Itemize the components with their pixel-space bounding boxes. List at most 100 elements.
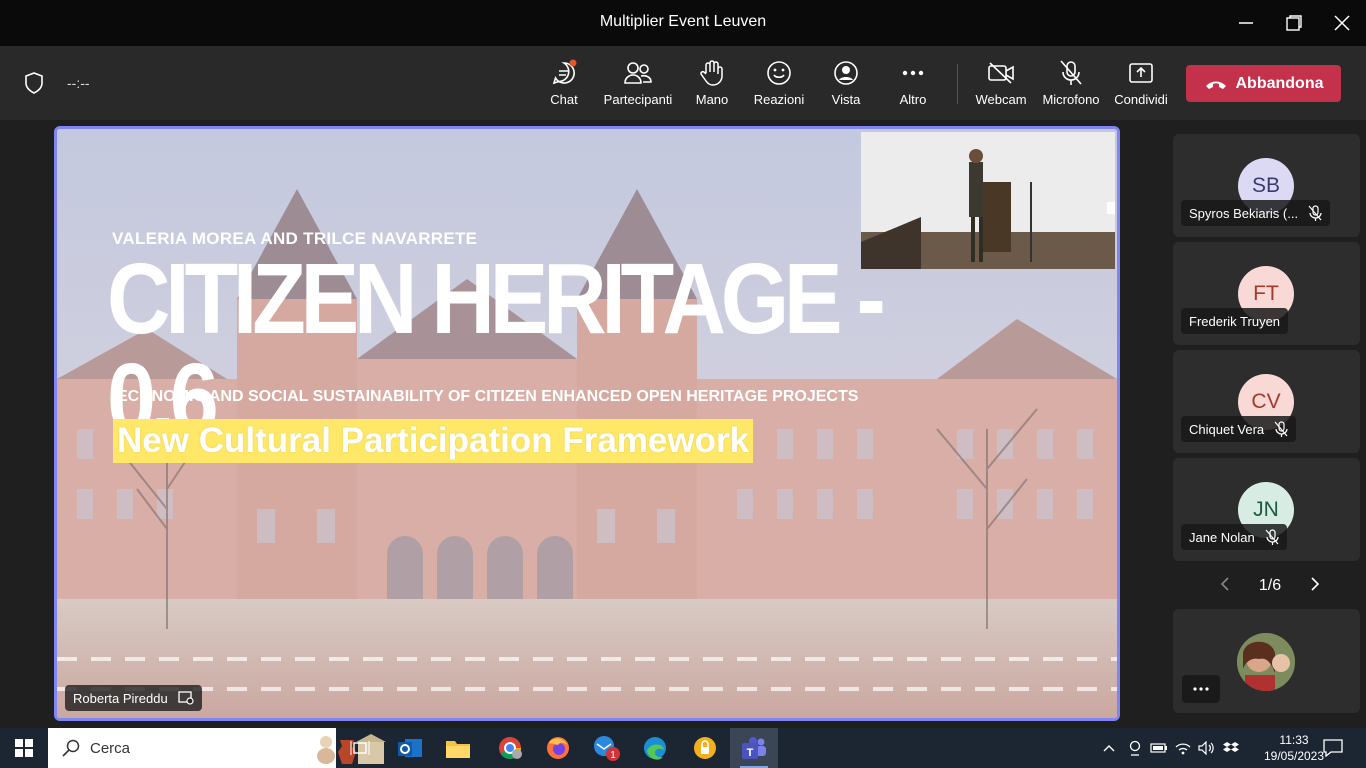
participant-tile[interactable]: JN Jane Nolan [1173, 458, 1360, 561]
more-button[interactable]: Altro [897, 58, 929, 114]
chevron-up-icon[interactable] [1096, 728, 1122, 768]
participants-button[interactable]: Partecipanti [603, 58, 673, 114]
shared-screen-video[interactable]: VALERIA MOREA AND TRILCE NAVARRETE CITIZ… [54, 126, 1120, 721]
lock-shield-icon [694, 737, 716, 759]
chrome-icon [499, 737, 522, 760]
participant-name-tag: Frederik Truyen [1181, 308, 1289, 334]
participant-name: Frederik Truyen [1189, 313, 1281, 329]
restore-icon [1286, 15, 1302, 31]
participant-tile[interactable]: CV Chiquet Vera [1173, 350, 1360, 453]
raise-hand-label: Mano [695, 92, 729, 107]
minimize-button[interactable] [1231, 8, 1261, 38]
mic-off-icon [1265, 529, 1279, 545]
avatar-initials: CV [1251, 390, 1281, 413]
meeting-stage: VALERIA MOREA AND TRILCE NAVARRETE CITIZ… [0, 120, 1366, 728]
slide-description: ECONOMIC AND SOCIAL SUSTAINABILITY OF CI… [117, 388, 859, 405]
maximize-button[interactable] [1279, 8, 1309, 38]
page-indicator: 1/6 [1258, 577, 1282, 594]
meeting-toolbar: --:-- Chat Partecipanti Mano Reazioni Vi… [0, 46, 1366, 120]
window-title: Multiplier Event Leuven [599, 13, 767, 30]
chevron-right-icon[interactable] [1310, 576, 1320, 597]
teams-button[interactable]: T [730, 728, 778, 768]
slide-banner: New Cultural Participation Framework [113, 419, 754, 463]
view-icon [831, 58, 861, 88]
chrome-button[interactable] [486, 728, 534, 768]
battery-icon[interactable] [1146, 728, 1172, 768]
presenter-name-tag: Roberta Pireddu [65, 685, 202, 711]
search-icon [62, 739, 80, 757]
notification-icon [1323, 739, 1343, 757]
task-view-icon [350, 741, 370, 755]
smiley-icon [764, 58, 794, 88]
title-bar: Multiplier Event Leuven [0, 0, 1366, 46]
webcam-tray-icon[interactable] [1122, 728, 1148, 768]
participant-tile[interactable]: FT Frederik Truyen [1173, 242, 1360, 345]
notifications-button[interactable] [1310, 728, 1356, 768]
search-placeholder: Cerca [90, 739, 131, 757]
screen-share-status-icon [178, 691, 194, 705]
leave-label: Abbandona [1235, 74, 1324, 92]
mail-button[interactable]: 1 [582, 728, 630, 768]
participant-name-tag: Spyros Bekiaris (... [1181, 200, 1331, 226]
microphone-button[interactable]: Microfono [1040, 58, 1102, 114]
more-icon [1193, 687, 1209, 691]
raise-hand-button[interactable]: Mano [694, 58, 730, 114]
people-icon [623, 58, 653, 88]
speaker-video-frame [861, 132, 1115, 269]
outlook-button[interactable] [386, 728, 434, 768]
mic-off-icon [1056, 58, 1086, 88]
avatar-initials: SB [1251, 174, 1280, 197]
meeting-timer: --:-- [67, 75, 90, 91]
file-explorer-button[interactable] [434, 728, 482, 768]
volume-icon[interactable] [1194, 728, 1220, 768]
taskbar-search[interactable]: Cerca [48, 728, 386, 768]
view-button[interactable]: Vista [831, 58, 861, 114]
phone-hangup-icon [1205, 81, 1226, 89]
avatar-initials: JN [1253, 498, 1279, 521]
participant-pager: 1/6 [1220, 574, 1320, 598]
reactions-button[interactable]: Reazioni [754, 58, 804, 114]
svg-text:T: T [747, 747, 754, 759]
share-icon [1126, 58, 1156, 88]
outlook-icon [398, 739, 422, 757]
close-window-button[interactable] [1327, 8, 1357, 38]
edge-button[interactable] [631, 728, 679, 768]
toolbar-divider [957, 64, 958, 104]
security-app-button[interactable] [681, 728, 729, 768]
chat-button[interactable]: Chat [548, 58, 580, 114]
start-button[interactable] [0, 728, 48, 768]
self-avatar [1237, 633, 1295, 691]
webcam-label: Webcam [975, 92, 1027, 107]
chat-label: Chat [550, 92, 578, 107]
reactions-label: Reazioni [753, 92, 805, 107]
task-view-button[interactable] [336, 728, 384, 768]
more-icon [898, 58, 928, 88]
leave-button[interactable]: Abbandona [1186, 65, 1341, 102]
raise-hand-icon [697, 58, 727, 88]
participants-label: Partecipanti [603, 92, 673, 107]
presenter-name: Roberta Pireddu [73, 690, 168, 706]
participant-name: Chiquet Vera [1189, 421, 1265, 437]
firefox-button[interactable] [534, 728, 582, 768]
participant-name: Jane Nolan [1189, 529, 1255, 545]
participant-name-tag: Jane Nolan [1181, 524, 1287, 550]
dropbox-icon[interactable] [1218, 728, 1244, 768]
participant-tile[interactable]: SB Spyros Bekiaris (... [1173, 134, 1360, 237]
more-options-button[interactable] [1182, 675, 1220, 703]
teams-icon: T [742, 737, 766, 759]
wifi-icon[interactable] [1170, 728, 1196, 768]
share-button[interactable]: Condividi [1113, 58, 1169, 114]
camera-off-icon [986, 58, 1016, 88]
self-video-tile[interactable] [1173, 609, 1360, 713]
firefox-icon [547, 737, 569, 759]
mail-app-icon: 1 [594, 736, 620, 761]
folder-icon [446, 741, 470, 758]
participant-name-tag: Chiquet Vera [1181, 416, 1297, 442]
mic-off-icon [1274, 421, 1288, 437]
webcam-button[interactable]: Webcam [974, 58, 1028, 114]
chevron-left-icon[interactable] [1220, 576, 1230, 597]
edge-icon [644, 737, 666, 760]
shield-icon[interactable] [24, 72, 44, 99]
microphone-label: Microfono [1042, 92, 1100, 107]
mail-badge: 1 [610, 750, 616, 761]
